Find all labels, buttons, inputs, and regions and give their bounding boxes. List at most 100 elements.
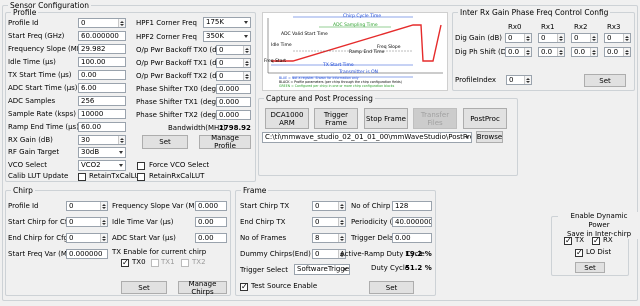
dig-gain-input[interactable]: 0 xyxy=(505,33,532,43)
frame-right-input[interactable]: 0.00 xyxy=(392,233,432,243)
tx1-checkbox[interactable] xyxy=(151,259,159,267)
profile-field-input[interactable]: 60.000000 xyxy=(78,31,126,41)
rf-gain-select[interactable]: 30dB xyxy=(78,147,126,158)
frame-left-input[interactable]: 0 xyxy=(312,201,346,211)
force-vco-checkbox[interactable] xyxy=(137,162,145,170)
transfer-files-button[interactable]: Transfer Files xyxy=(413,108,457,129)
profile-right-input[interactable]: 0.000 xyxy=(216,84,251,94)
profile-field-input[interactable]: 60.00 xyxy=(78,122,126,132)
profile-field-input[interactable]: 10000 xyxy=(78,109,126,119)
manage-profile-button[interactable]: Manage Profile xyxy=(199,134,251,150)
rx0-col: Rx0 xyxy=(508,23,522,31)
postproc-button[interactable]: PostProc xyxy=(463,108,507,129)
profile-field-label: RX Gain (dB) xyxy=(8,136,53,144)
browse-button[interactable]: Browse xyxy=(476,131,503,143)
retain-rx-checkbox[interactable] xyxy=(137,173,145,181)
profile-field-input[interactable]: 100.00 xyxy=(78,57,126,67)
profile-right-input[interactable]: 0.000 xyxy=(216,97,251,107)
rx2-col: Rx2 xyxy=(574,23,588,31)
profile-field-label: Start Freq (GHz) xyxy=(8,32,65,40)
rx1-col: Rx1 xyxy=(541,23,555,31)
frame-right-input[interactable]: 40.000000 xyxy=(392,217,432,227)
dig-ph-input[interactable]: 0.0 xyxy=(505,47,532,57)
legend-green: GREEN = Configured per chirp in one or m… xyxy=(279,84,395,88)
profile-right-input[interactable]: 0.000 xyxy=(216,110,251,120)
dig-ph-input[interactable]: 0.0 xyxy=(538,47,565,57)
profile-right-input[interactable]: 0 xyxy=(216,45,251,55)
chirp-set-button[interactable]: Set xyxy=(121,281,167,294)
retain-tx-checkbox[interactable] xyxy=(78,173,86,181)
profile-index-input[interactable]: 0 xyxy=(506,75,532,85)
chirp-field-input[interactable]: 0 xyxy=(66,217,108,227)
dyn-lo-checkbox[interactable] xyxy=(575,248,583,257)
bandwidth-value: 1798.92 xyxy=(219,124,251,132)
chirp-field-label: Profile Id xyxy=(8,202,39,210)
test-source-checkbox[interactable] xyxy=(240,282,248,291)
chirp-timing-diagram: Chirp Cycle Time ADC Sampling Time ADC V… xyxy=(262,12,448,91)
tx2-label: TX2 xyxy=(192,258,206,266)
dca1000-arm-button[interactable]: DCA1000 ARM xyxy=(265,108,309,129)
dig-gain-input[interactable]: 0 xyxy=(538,33,565,43)
bandwidth-label: Bandwidth(MHz) xyxy=(168,124,226,132)
profile-field-input[interactable]: 29.982 xyxy=(78,44,126,54)
chirp-title: Chirp xyxy=(11,186,35,195)
profile-field-label: Sample Rate (ksps) xyxy=(8,110,77,118)
hpf1-label: HPF1 Corner Freq xyxy=(136,19,197,27)
stop-frame-button[interactable]: Stop Frame xyxy=(364,108,408,129)
dig-gain-input[interactable]: 0 xyxy=(604,33,631,43)
chevron-down-icon xyxy=(465,136,469,141)
chirp-field-input[interactable]: 0 xyxy=(66,233,108,243)
profile-right-label: O/p Pwr Backoff TX0 (dB) xyxy=(136,46,225,54)
frame-right-input[interactable]: 128 xyxy=(392,201,432,211)
profile-field-input[interactable]: 30 xyxy=(78,135,126,145)
frame-left-input[interactable]: 8 xyxy=(312,233,346,243)
dyn-set-button[interactable]: Set xyxy=(575,262,605,273)
profile-field-input[interactable]: 256 xyxy=(78,96,126,106)
dyn-tx-checkbox[interactable] xyxy=(564,236,572,245)
dyn-tx-label: TX xyxy=(575,236,585,244)
tx2-checkbox[interactable] xyxy=(181,259,189,267)
vco-select-label: VCO Select xyxy=(8,161,48,169)
chirp-field-input[interactable]: 0 xyxy=(66,201,108,211)
rx3-col: Rx3 xyxy=(607,23,621,31)
profile-field-input[interactable]: 6.00 xyxy=(78,83,126,93)
active-ramp-value: 19.2 % xyxy=(405,250,432,258)
tx-enable-label: TX Enable for current chirp xyxy=(112,248,207,256)
dyn-rx-checkbox[interactable] xyxy=(592,236,600,245)
chirp-right-input[interactable]: 0.000 xyxy=(195,201,227,211)
chirp-right-input[interactable]: 0.00 xyxy=(195,233,227,243)
profile-set-button[interactable]: Set xyxy=(142,135,188,149)
chirp-field-input[interactable]: 0.000000 xyxy=(66,249,108,259)
trigger-select[interactable]: SoftwareTrigger xyxy=(294,264,350,275)
trigger-frame-button[interactable]: Trigger Frame xyxy=(314,108,358,129)
vco-select[interactable]: VCO2 xyxy=(78,160,126,171)
hpf2-select[interactable]: 350K xyxy=(203,31,251,42)
adc-data-path-select[interactable]: C:\ti\mmwave_studio_02_01_01_00\mmWaveSt… xyxy=(262,132,472,143)
dyn-lo-label: LO Dist xyxy=(586,248,612,256)
chirp-right-label: ADC Start Var (µs) xyxy=(112,234,176,242)
profile-title: Profile xyxy=(11,8,39,17)
frame-left-label: Dummy Chirps(End) xyxy=(240,250,311,258)
profile-field-input[interactable]: 0.00 xyxy=(78,70,126,80)
test-source-label: Test Source Enable xyxy=(251,282,318,290)
tx0-label: TX0 xyxy=(132,258,146,266)
profile-field-input[interactable]: 0 xyxy=(78,18,126,28)
manage-chirps-button[interactable]: Manage Chirps xyxy=(178,280,227,296)
dig-ph-input[interactable]: 0.0 xyxy=(571,47,598,57)
tx0-checkbox[interactable] xyxy=(121,258,129,267)
frame-left-label: End Chirp TX xyxy=(240,218,286,226)
hpf1-select[interactable]: 175K xyxy=(203,17,251,28)
frame-left-input[interactable]: 0 xyxy=(312,217,346,227)
profile-index-label: ProfileIndex xyxy=(455,76,497,84)
retain-rx-label: RetainRxCalLUT xyxy=(149,172,205,180)
profile-right-input[interactable]: 0 xyxy=(216,71,251,81)
profile-right-label: Phase Shifter TX0 (deg) xyxy=(136,85,219,93)
chirp-right-input[interactable]: 0.00 xyxy=(195,217,227,227)
frame-set-button[interactable]: Set xyxy=(369,281,414,294)
dig-gain-input[interactable]: 0 xyxy=(571,33,598,43)
dig-ph-input[interactable]: 0.0 xyxy=(604,47,631,57)
profile-field-label: ADC Samples xyxy=(8,97,56,105)
retain-tx-label: RetainTxCalLUT xyxy=(89,172,144,180)
profile-right-input[interactable]: 0 xyxy=(216,58,251,68)
interrx-set-button[interactable]: Set xyxy=(584,74,626,87)
